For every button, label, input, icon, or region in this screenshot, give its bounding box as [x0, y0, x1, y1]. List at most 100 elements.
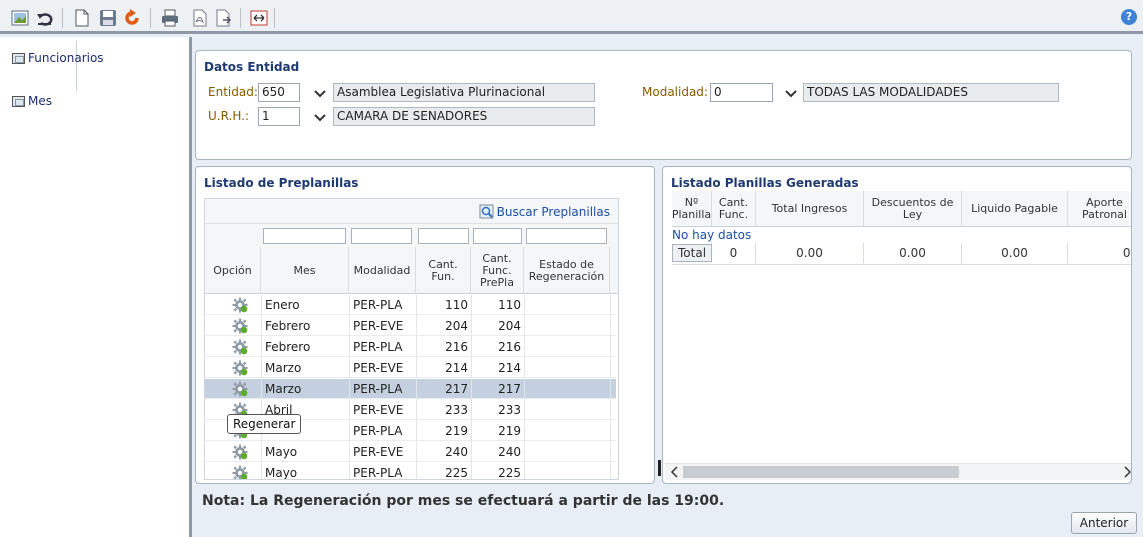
column-divider	[349, 295, 350, 479]
header-modalidad[interactable]: Modalidad	[349, 247, 416, 294]
table-toolbar: Buscar Preplanillas	[205, 199, 618, 224]
total-cant: 0	[712, 243, 756, 263]
cell-mes: Enero	[265, 298, 300, 312]
cell-modalidad: PER-EVE	[353, 403, 404, 417]
header-opcion[interactable]: Opción	[205, 247, 261, 294]
save-icon[interactable]	[98, 8, 118, 28]
cell-modalidad: PER-PLA	[353, 382, 403, 396]
table-row[interactable]: Enero PER-PLA 110 110	[205, 295, 616, 315]
regenerar-gear-icon[interactable]	[232, 381, 248, 397]
new-document-icon[interactable]	[72, 8, 92, 28]
header-cant-prepla[interactable]: Cant. Func. PrePla	[471, 247, 524, 294]
header-mes[interactable]: Mes	[261, 247, 349, 294]
table-row[interactable]: Mayo PER-PLA 225 225	[205, 463, 616, 480]
filter-cant-prepla-input[interactable]	[473, 228, 522, 244]
export-icon[interactable]	[214, 8, 234, 28]
preplanillas-title: Listado de Preplanillas	[204, 176, 359, 190]
chevron-left-icon[interactable]	[668, 464, 682, 480]
cell-estado	[524, 442, 610, 462]
cell-cant-prepla: 217	[498, 382, 521, 396]
filter-estado-input[interactable]	[526, 228, 607, 244]
fit-width-icon[interactable]	[249, 8, 269, 28]
splitter-handle[interactable]	[658, 460, 661, 476]
filter-modalidad-input[interactable]	[351, 228, 412, 244]
table-row[interactable]: Marzo PER-EVE 214 214	[205, 358, 616, 378]
total-liquido: 0.00	[962, 243, 1068, 263]
modalidad-name-field: TODAS LAS MODALIDADES	[803, 83, 1059, 102]
pdf-icon[interactable]	[190, 8, 210, 28]
table-row[interactable]: Febrero PER-PLA 216 216	[205, 337, 616, 357]
chevron-down-icon[interactable]	[311, 109, 328, 126]
generadas-panel: Listado Planillas Generadas Nº Planilla …	[662, 166, 1132, 484]
regenerar-gear-icon[interactable]	[232, 339, 248, 355]
header-cant-func[interactable]: Cant. Func.	[712, 191, 756, 227]
column-divider	[471, 295, 472, 479]
cell-cant-fun: 219	[445, 424, 468, 438]
print-icon[interactable]	[160, 8, 180, 28]
cell-modalidad: PER-PLA	[353, 340, 403, 354]
urh-code-field[interactable]: 1	[258, 107, 300, 126]
datos-entidad-title: Datos Entidad	[204, 60, 300, 74]
header-estado[interactable]: Estado de Regeneración	[524, 247, 610, 294]
regenerar-gear-icon[interactable]	[232, 465, 248, 479]
left-nav-panel: Funcionarios Mes	[0, 37, 192, 537]
regenerar-gear-icon[interactable]	[232, 444, 248, 460]
refresh-icon[interactable]	[122, 8, 142, 28]
entidad-label: Entidad:	[208, 85, 258, 99]
buscar-preplanillas-button[interactable]: Buscar Preplanillas	[479, 204, 610, 219]
header-total-ingresos[interactable]: Total Ingresos	[756, 191, 864, 227]
header-liquido[interactable]: Liquido Pagable	[962, 191, 1068, 227]
picture-icon[interactable]	[10, 8, 30, 28]
cell-modalidad: PER-EVE	[353, 361, 404, 375]
nav-divider	[76, 41, 77, 91]
regenerar-gear-icon[interactable]	[232, 318, 248, 334]
entidad-code-field[interactable]: 650	[258, 83, 300, 102]
cell-cant-prepla: 225	[498, 466, 521, 480]
cell-cant-fun: 233	[445, 403, 468, 417]
scroll-thumb[interactable]	[683, 466, 959, 478]
search-icon	[479, 204, 494, 219]
chevron-down-icon[interactable]	[311, 85, 328, 102]
buscar-label: Buscar Preplanillas	[496, 204, 610, 219]
cell-modalidad: PER-PLA	[353, 298, 403, 312]
cell-cant-fun: 217	[445, 382, 468, 396]
filter-mes-input[interactable]	[263, 228, 346, 244]
header-aporte[interactable]: Aporte Patronal	[1068, 191, 1131, 227]
modalidad-code-field[interactable]: 0	[710, 83, 773, 102]
generadas-title: Listado Planillas Generadas	[671, 176, 859, 190]
regenerar-gear-icon[interactable]	[232, 360, 248, 376]
window-icon	[12, 95, 25, 107]
horizontal-scrollbar[interactable]	[665, 463, 1132, 480]
cell-modalidad: PER-PLA	[353, 424, 403, 438]
cell-estado	[524, 295, 610, 315]
table-row[interactable]: Febrero PER-EVE 204 204	[205, 316, 616, 336]
cell-cant-fun: 225	[445, 466, 468, 480]
anterior-button[interactable]: Anterior	[1071, 512, 1137, 534]
undo-icon[interactable]	[35, 8, 55, 28]
cell-mes: Marzo	[265, 361, 302, 375]
nav-item-funcionarios[interactable]: Funcionarios	[12, 51, 104, 65]
toolbar: ?	[0, 0, 1143, 34]
header-descuentos[interactable]: Descuentos de Ley	[864, 191, 962, 227]
nav-item-mes[interactable]: Mes	[12, 94, 52, 108]
chevron-right-icon[interactable]	[1120, 464, 1132, 480]
column-divider	[524, 295, 525, 479]
column-divider	[610, 295, 611, 479]
header-cant-fun[interactable]: Cant. Fun.	[416, 247, 471, 294]
urh-name-field: CAMARA DE SENADORES	[333, 107, 595, 126]
total-aporte: 0.0	[1122, 246, 1131, 260]
filter-cant-fun-input[interactable]	[418, 228, 469, 244]
chevron-down-icon[interactable]	[782, 85, 799, 102]
table-row[interactable]: Mayo PER-EVE 240 240	[205, 442, 616, 462]
preplanillas-table: Buscar Preplanillas Opción Mes Modalidad…	[204, 198, 619, 480]
help-icon[interactable]: ?	[1121, 9, 1137, 25]
table-header: Opción Mes Modalidad Cant. Fun. Cant. Fu…	[205, 247, 618, 294]
cell-cant-fun: 110	[445, 298, 468, 312]
regenerar-gear-icon[interactable]	[232, 297, 248, 313]
cell-cant-fun: 240	[445, 445, 468, 459]
table-row[interactable]: Marzo PER-PLA 217 217	[205, 379, 616, 399]
cell-cant-fun: 214	[445, 361, 468, 375]
cell-cant-prepla: 216	[498, 340, 521, 354]
nav-item-label: Funcionarios	[28, 51, 104, 65]
header-nro-planilla[interactable]: Nº Planilla	[672, 191, 712, 227]
